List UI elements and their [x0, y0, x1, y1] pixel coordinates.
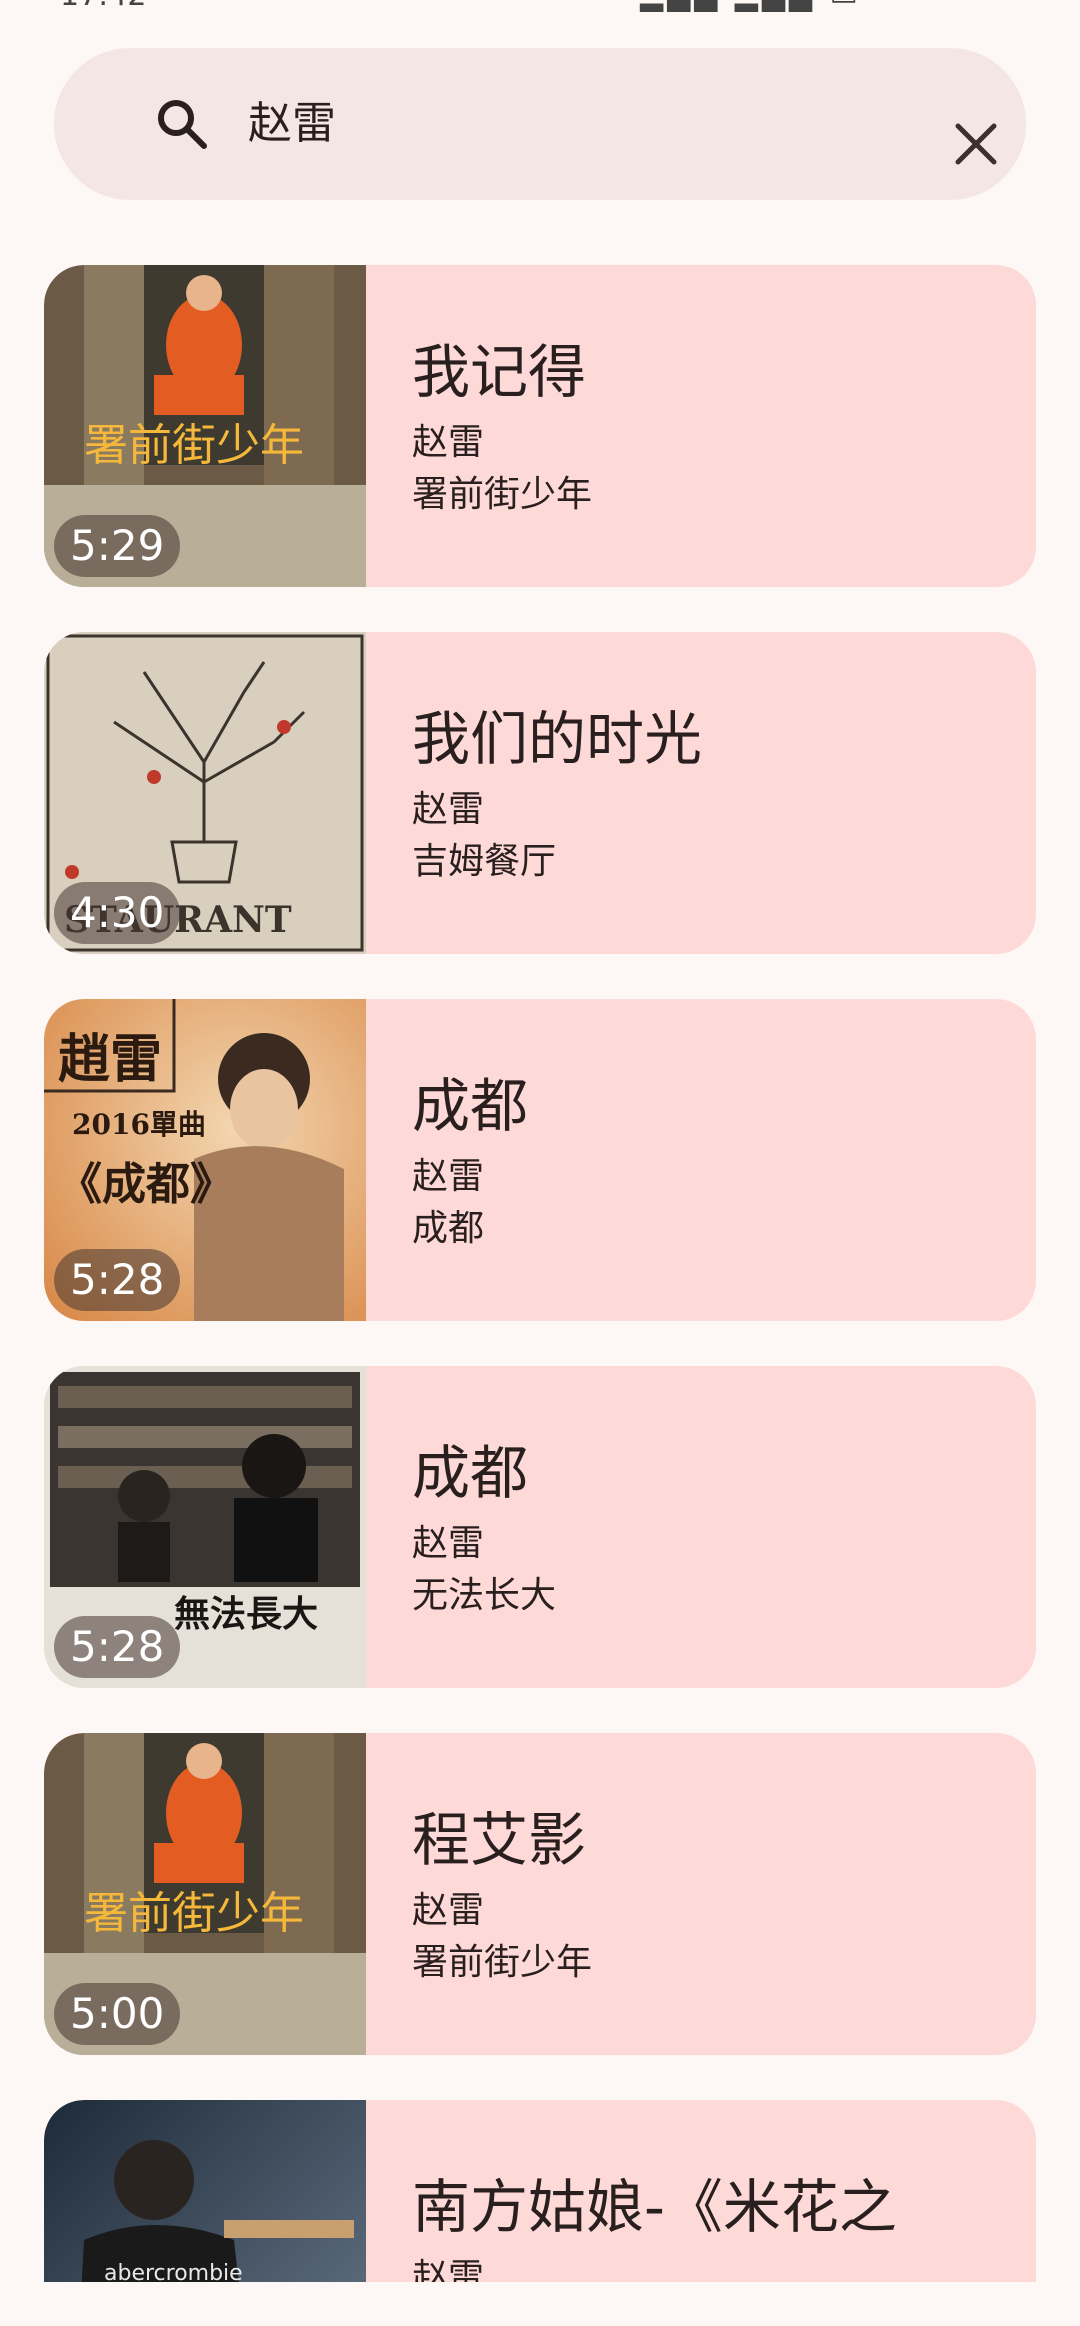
result-item[interactable]: 趙雷 2016單曲 《成都》 5:28 成都 赵雷 成都: [44, 999, 1036, 1321]
song-title: 我们的时光: [412, 705, 703, 773]
song-artist: 赵雷: [412, 1156, 485, 1197]
cover-text: 署前街少年: [84, 420, 304, 471]
song-album: 无法长大: [412, 1575, 557, 1616]
svg-text:趙雷: 趙雷: [58, 1029, 162, 1090]
song-title: 程艾影: [412, 1806, 587, 1874]
duration-badge: 5:28: [54, 1616, 181, 1678]
duration-badge: 5:00: [54, 1983, 181, 2045]
album-cover: 署前街少年 5:00: [44, 1733, 366, 2055]
song-title: 南方姑娘-《米花之: [412, 2173, 897, 2241]
duration-badge: 5:28: [54, 1249, 181, 1311]
cover-text: 署前街少年: [84, 1888, 304, 1939]
song-album: 吉姆餐厅: [412, 841, 557, 882]
song-artist: 赵雷: [412, 2257, 485, 2282]
result-item[interactable]: 署前街少年 5:29 我记得 赵雷 署前街少年: [44, 265, 1036, 587]
song-artist: 赵雷: [412, 1523, 485, 1564]
svg-text:《成都》: 《成都》: [58, 1159, 234, 1210]
cover-text: 無法長大: [174, 1593, 318, 1635]
song-artist: 赵雷: [412, 1890, 485, 1931]
album-cover: 趙雷 2016單曲 《成都》 5:28: [44, 999, 366, 1321]
duration-badge: 5:29: [54, 515, 181, 577]
result-item[interactable]: 無法長大 5:28 成都 赵雷 无法长大: [44, 1366, 1036, 1688]
duration-badge: 4:30: [54, 882, 181, 944]
song-album: 成都: [412, 1208, 485, 1249]
song-artist: 赵雷: [412, 789, 485, 830]
song-title: 我记得: [412, 338, 587, 406]
album-cover: 署前街少年 5:29: [44, 265, 366, 587]
album-cover: 無法長大 5:28: [44, 1366, 366, 1688]
album-cover: abercrombie: [44, 2100, 366, 2282]
song-album: 署前街少年: [412, 1942, 593, 1983]
song-title: 成都: [412, 1439, 529, 1507]
svg-text:2016單曲: 2016單曲: [72, 1108, 206, 1141]
search-icon[interactable]: [152, 94, 212, 154]
cover-text: abercrombie: [104, 2261, 243, 2282]
song-artist: 赵雷: [412, 422, 485, 463]
results-list[interactable]: 署前街少年 5:29 我记得 赵雷 署前街少年 STAURANT: [0, 0, 1080, 2282]
result-item[interactable]: STAURANT 4:30 我们的时光 赵雷 吉姆餐厅: [44, 632, 1036, 954]
search-input[interactable]: [248, 48, 948, 200]
song-title: 成都: [412, 1072, 529, 1140]
close-icon[interactable]: [948, 116, 1004, 172]
result-item[interactable]: abercrombie 南方姑娘-《米花之 赵雷: [44, 2100, 1036, 2282]
album-cover: STAURANT 4:30: [44, 632, 366, 954]
result-item[interactable]: 署前街少年 5:00 程艾影 赵雷 署前街少年: [44, 1733, 1036, 2055]
song-album: 署前街少年: [412, 474, 593, 515]
search-bar[interactable]: [54, 48, 1026, 200]
